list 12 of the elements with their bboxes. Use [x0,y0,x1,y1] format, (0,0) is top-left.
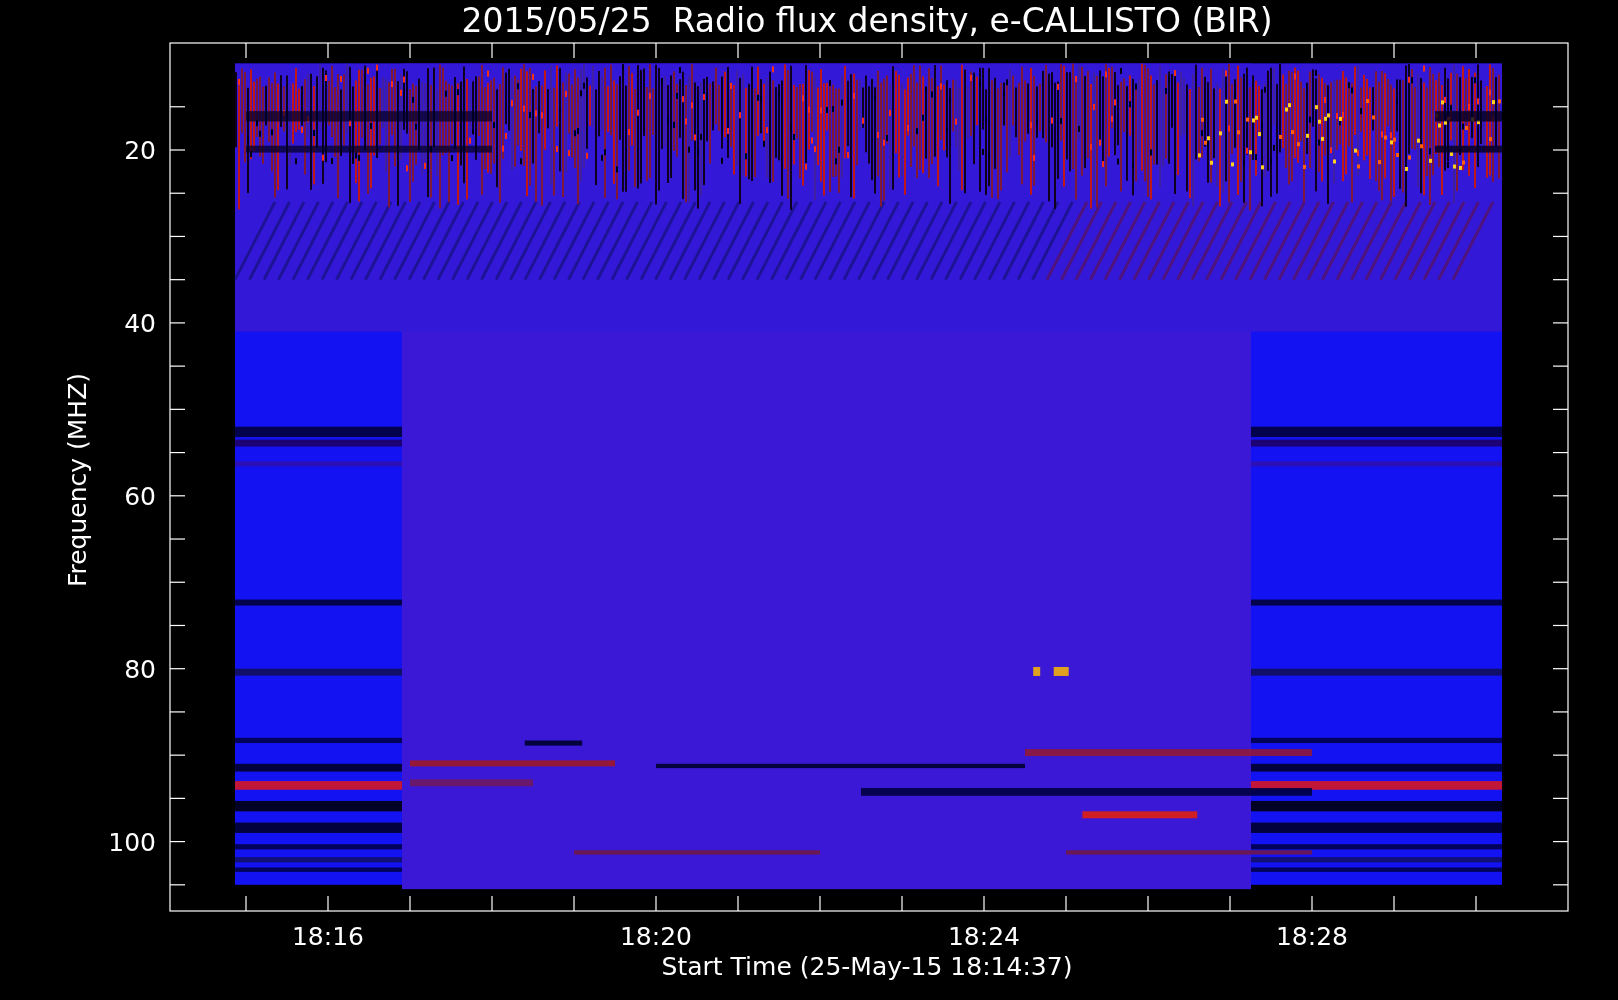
y-tick-label: 100 [108,827,156,857]
x-tick-label: 18:28 [1276,922,1348,951]
x-tick-label: 18:16 [292,922,364,951]
y-tick-label: 20 [124,136,156,165]
x-tick-label: 18:20 [620,922,692,951]
chart-title: 2015/05/25 Radio flux density, e-CALLISTO (BIR) [461,1,1273,40]
y-tick-label: 40 [124,308,156,338]
x-tick-label: 18:24 [948,922,1020,951]
y-axis-label: Frequency (MHZ) [63,372,92,588]
y-tick-label: 60 [124,481,156,511]
x-axis-label: Start Time (25-May-15 18:14:37) [661,952,1073,981]
y-tick-label: 80 [124,654,156,684]
